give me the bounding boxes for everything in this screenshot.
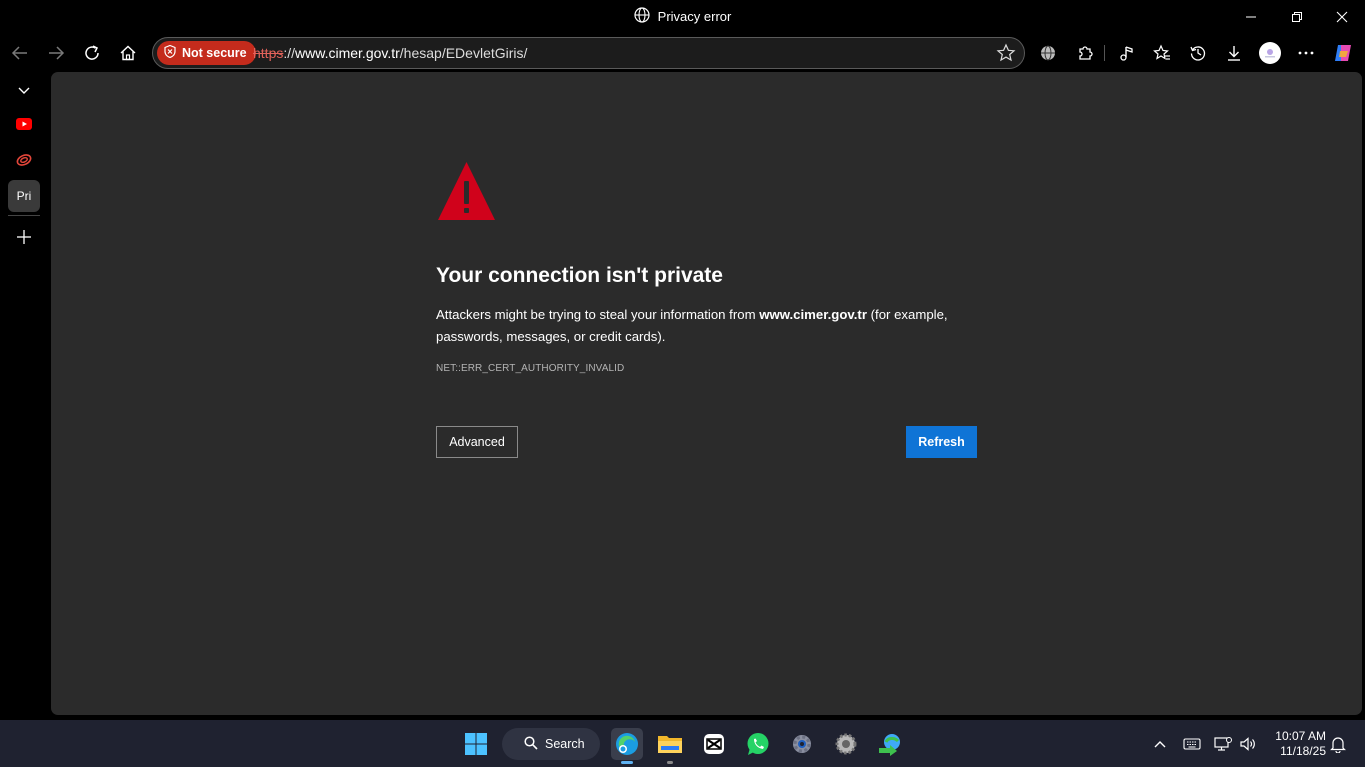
extensions-icon[interactable]	[1072, 40, 1098, 66]
not-secure-badge[interactable]: Not secure	[157, 41, 256, 65]
show-hidden-icons-chevron-icon[interactable]	[1148, 732, 1172, 756]
taskbar-edge-icon[interactable]	[611, 728, 643, 764]
search-icon	[524, 735, 538, 753]
tab-site-icon[interactable]	[8, 144, 40, 176]
start-windows-icon[interactable]	[460, 728, 492, 760]
new-tab-plus-icon[interactable]	[8, 221, 40, 253]
downloads-icon[interactable]	[1221, 40, 1247, 66]
url-text[interactable]: https://www.cimer.gov.tr/hesap/EDevletGi…	[253, 45, 527, 61]
page-heading: Your connection isn't private	[436, 264, 723, 287]
error-code: NET::ERR_CERT_AUTHORITY_INVALID	[436, 363, 625, 374]
advanced-button[interactable]: Advanced	[436, 426, 518, 458]
url-separator: ://	[283, 45, 296, 61]
tab-privacy-error[interactable]: Pri	[8, 180, 40, 212]
vertical-tabs-sidebar: Pri	[0, 72, 47, 718]
taskbar-search-button[interactable]: Search	[502, 728, 600, 760]
globe-icon	[634, 7, 650, 26]
running-app-indicator	[667, 761, 673, 764]
reload-button[interactable]	[79, 40, 105, 66]
active-tab-label: Pri	[16, 189, 32, 203]
close-window-button[interactable]	[1319, 0, 1365, 34]
refresh-button[interactable]: Refresh	[906, 426, 977, 458]
browser-essentials-icon[interactable]	[1035, 40, 1061, 66]
taskbar-settings-gear-icon[interactable]	[786, 728, 818, 760]
error-description: Attackers might be trying to steal your …	[436, 304, 956, 348]
clock-time: 10:07 AM	[1275, 729, 1326, 743]
tab-youtube-icon[interactable]	[8, 108, 40, 140]
sidebar-divider	[8, 215, 40, 216]
taskbar-clock[interactable]: 10:07 AM 11/18/25	[1262, 729, 1326, 759]
favorite-star-icon[interactable]	[996, 43, 1016, 68]
taskbar-whatsapp-icon[interactable]	[742, 728, 774, 760]
media-music-icon[interactable]	[1113, 40, 1139, 66]
profile-avatar[interactable]	[1257, 40, 1283, 66]
window-title-area: Privacy error	[0, 7, 1365, 26]
toolbar-divider	[1104, 45, 1105, 61]
not-secure-label: Not secure	[182, 46, 247, 60]
keyboard-icon[interactable]	[1180, 732, 1204, 756]
back-button[interactable]	[7, 40, 33, 66]
address-bar[interactable]: Not secure https://www.cimer.gov.tr/hesa…	[152, 37, 1025, 69]
volume-icon[interactable]	[1236, 732, 1260, 756]
more-menu-icon[interactable]	[1293, 40, 1319, 66]
favorites-icon[interactable]	[1149, 40, 1175, 66]
copilot-icon[interactable]	[1330, 40, 1356, 66]
url-scheme: https	[253, 45, 284, 61]
notifications-bell-icon[interactable]	[1326, 732, 1350, 756]
restore-button[interactable]	[1274, 0, 1320, 34]
search-label: Search	[545, 737, 585, 751]
forward-button[interactable]	[43, 40, 69, 66]
taskbar-file-explorer-icon[interactable]	[654, 728, 686, 764]
shield-warning-icon	[164, 44, 176, 61]
active-app-indicator	[621, 761, 633, 764]
browser-toolbar: Not secure https://www.cimer.gov.tr/hesa…	[0, 34, 1365, 72]
clock-date: 11/18/25	[1280, 744, 1326, 758]
network-icon[interactable]	[1211, 732, 1235, 756]
window-title: Privacy error	[657, 9, 732, 24]
description-text-start: Attackers might be trying to steal your …	[436, 307, 760, 322]
taskbar-system-tool-gear-icon[interactable]	[830, 728, 862, 760]
windows-taskbar: Search 10:07 AM 11/18/25	[0, 720, 1365, 767]
minimize-button[interactable]	[1228, 0, 1274, 34]
collapse-tabs-chevron-icon[interactable]	[8, 74, 40, 106]
taskbar-capcut-icon[interactable]	[698, 728, 730, 760]
title-bar: Privacy error	[0, 0, 1365, 34]
home-button[interactable]	[115, 40, 141, 66]
taskbar-download-manager-icon[interactable]	[874, 728, 906, 760]
history-icon[interactable]	[1185, 40, 1211, 66]
error-page-content: Your connection isn't private Attackers …	[51, 72, 1362, 715]
warning-triangle-icon	[436, 160, 497, 227]
url-path: /hesap/EDevletGiris/	[399, 45, 528, 61]
url-host: www.cimer.gov.tr	[295, 45, 400, 61]
description-host: www.cimer.gov.tr	[759, 307, 867, 322]
